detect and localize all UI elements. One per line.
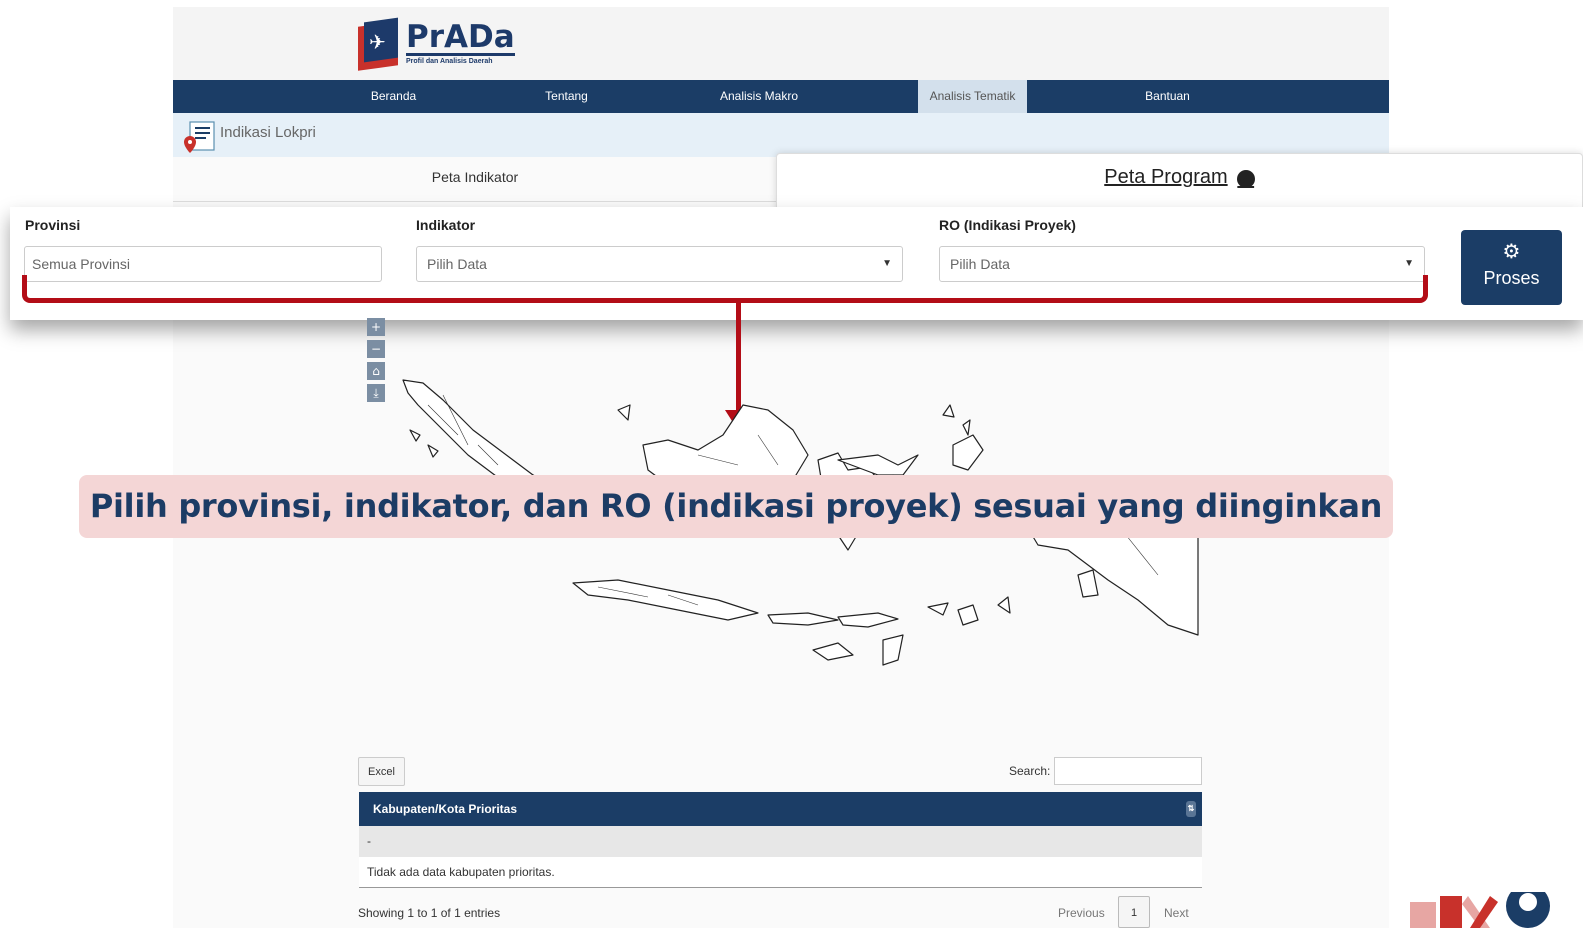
proses-button[interactable]: ⚙ Proses (1461, 230, 1562, 305)
home-icon[interactable]: ⌂ (367, 362, 385, 380)
gears-icon: ⚙ (1502, 239, 1521, 263)
table-row: Tidak ada data kabupaten prioritas. (359, 857, 1202, 888)
table-row: - (359, 826, 1202, 857)
tab-peta-program[interactable]: Peta Program ✓ (776, 153, 1583, 213)
sort-icon[interactable]: ⇅ (1186, 801, 1196, 817)
column-kabupaten-kota: Kabupaten/Kota Prioritas (373, 802, 518, 816)
logo-subtitle: Profil dan Analisis Daerah (406, 58, 493, 65)
nav-beranda[interactable]: Beranda (346, 80, 441, 113)
search-input[interactable] (1054, 757, 1202, 785)
prada-logo[interactable]: ✈ PrADa Profil dan Analisis Daerah (358, 17, 515, 71)
logo-title: PrADa (406, 19, 515, 56)
indikator-label: Indikator (416, 217, 476, 233)
pagination-page-1[interactable]: 1 (1118, 896, 1150, 928)
proses-label: Proses (1483, 268, 1540, 288)
excel-button[interactable]: Excel (358, 757, 405, 786)
check-circle-icon: ✓ (1236, 167, 1255, 190)
corner-brand-logo (1410, 892, 1550, 928)
provinsi-value: Semua Provinsi (32, 256, 131, 272)
nav-bantuan[interactable]: Bantuan (1120, 80, 1215, 113)
tab-peta-program-label: Peta Program (1104, 166, 1228, 188)
logo-mark-icon: ✈ (358, 17, 400, 71)
zoom-out-button[interactable]: − (367, 340, 385, 358)
instruction-banner: Pilih provinsi, indikator, dan RO (indik… (79, 475, 1393, 538)
page-title: Indikasi Lokpri (220, 124, 316, 141)
pagination-next[interactable]: Next (1164, 906, 1189, 920)
nav-analisis-tematik[interactable]: Analisis Tematik (918, 80, 1027, 113)
zoom-in-button[interactable]: + (367, 318, 385, 336)
indikator-value: Pilih Data (427, 256, 487, 272)
pagination-previous[interactable]: Previous (1058, 906, 1105, 920)
ro-value: Pilih Data (950, 256, 1010, 272)
download-icon[interactable]: ⤓ (367, 384, 385, 402)
provinsi-label: Provinsi (25, 217, 81, 233)
highlight-bracket (22, 275, 1428, 303)
nav-tentang[interactable]: Tentang (519, 80, 614, 113)
map-controls: + − ⌂ ⤓ (367, 318, 385, 406)
nav-analisis-makro[interactable]: Analisis Makro (703, 80, 815, 113)
ro-label: RO (Indikasi Proyek) (939, 217, 1076, 233)
table-header[interactable]: Kabupaten/Kota Prioritas ⇅ (359, 792, 1202, 826)
table-info: Showing 1 to 1 of 1 entries (358, 906, 501, 920)
search-label: Search: (1009, 764, 1051, 778)
tab-peta-indikator[interactable]: Peta Indikator (173, 157, 777, 202)
header (173, 7, 1389, 80)
subheader-bar (173, 113, 1389, 157)
location-list-icon (184, 121, 215, 153)
main-navbar: Beranda Tentang Analisis Makro Analisis … (173, 80, 1389, 113)
